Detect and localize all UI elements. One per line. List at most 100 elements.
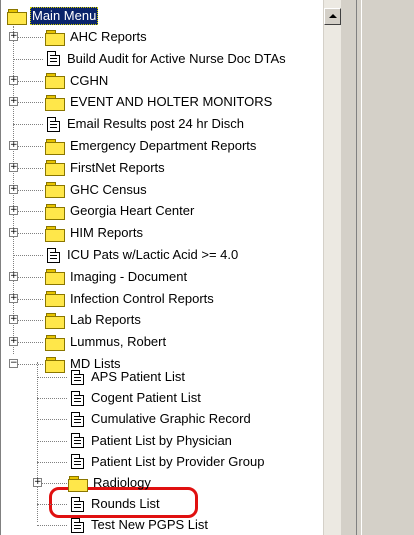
- tree-item-cghn[interactable]: CGHN: [45, 70, 110, 92]
- tree-item-cumulative-graphic-record[interactable]: Cumulative Graphic Record: [71, 408, 253, 430]
- document-icon: [71, 411, 84, 427]
- expand-icon[interactable]: +: [9, 162, 18, 172]
- tree-item-patient-list-by-provider-group[interactable]: Patient List by Provider Group: [71, 451, 266, 473]
- tree-root-label[interactable]: Main Menu: [30, 7, 99, 25]
- tree-item-icu-pats-w-lactic-acid-4-0[interactable]: ICU Pats w/Lactic Acid >= 4.0: [47, 244, 240, 266]
- tree-item-aps-patient-list[interactable]: APS Patient List: [71, 366, 187, 388]
- tree-item-label[interactable]: Patient List by Physician: [89, 433, 234, 449]
- vertical-scrollbar[interactable]: [323, 0, 341, 535]
- tree-item-label[interactable]: Patient List by Provider Group: [89, 454, 266, 470]
- folder-icon: [45, 225, 65, 242]
- tree-item-build-audit-for-active-nurse-doc-dtas[interactable]: Build Audit for Active Nurse Doc DTAs: [47, 48, 288, 70]
- tree-connector: [37, 525, 67, 527]
- tree-item-patient-list-by-physician[interactable]: Patient List by Physician: [71, 430, 234, 452]
- tree-item-label[interactable]: HIM Reports: [68, 225, 145, 241]
- tree-item-label[interactable]: Emergency Department Reports: [68, 138, 258, 154]
- document-icon: [47, 247, 60, 263]
- folder-icon: [7, 8, 27, 25]
- tree-connector: [37, 398, 67, 400]
- tree-item-label[interactable]: GHC Census: [68, 182, 149, 198]
- tree-item-infection-control-reports[interactable]: Infection Control Reports: [45, 288, 216, 310]
- tree-item-label[interactable]: Rounds List: [89, 496, 162, 512]
- expand-icon[interactable]: +: [9, 75, 18, 85]
- folder-icon: [45, 356, 65, 373]
- tree-item-label[interactable]: Lab Reports: [68, 312, 143, 328]
- tree-item-lab-reports[interactable]: Lab Reports: [45, 309, 143, 331]
- tree-item-cogent-patient-list[interactable]: Cogent Patient List: [71, 387, 203, 409]
- tree-item-label[interactable]: Cogent Patient List: [89, 390, 203, 406]
- tree-item-label[interactable]: Cumulative Graphic Record: [89, 411, 253, 427]
- folder-icon: [45, 291, 65, 308]
- expand-icon[interactable]: +: [9, 315, 18, 325]
- tree-connector: [13, 255, 43, 256]
- tree-item-label[interactable]: FirstNet Reports: [68, 160, 167, 176]
- tree-item-event-and-holter-monitors[interactable]: EVENT AND HOLTER MONITORS: [45, 91, 274, 113]
- document-icon: [71, 517, 84, 533]
- tree-connector: [37, 440, 67, 442]
- tree-item-label[interactable]: APS Patient List: [89, 369, 187, 385]
- tree-connector: [13, 124, 43, 126]
- tree-item-test-new-pgps-list[interactable]: Test New PGPS List: [71, 514, 210, 535]
- folder-icon: [45, 138, 65, 155]
- expand-icon[interactable]: +: [9, 293, 18, 303]
- folder-icon: [45, 182, 65, 199]
- tree-connector: [37, 419, 67, 421]
- folder-icon: [68, 475, 88, 492]
- tree-item-label[interactable]: AHC Reports: [68, 29, 149, 45]
- pane-splitter[interactable]: [341, 0, 356, 535]
- tree-item-label[interactable]: Imaging - Document: [68, 269, 189, 285]
- expand-icon[interactable]: +: [9, 337, 18, 347]
- tree-item-rounds-list[interactable]: Rounds List: [71, 493, 162, 515]
- tree-root[interactable]: Main Menu: [7, 5, 99, 27]
- document-icon: [47, 51, 60, 67]
- tree-connector: [37, 377, 67, 378]
- tree-item-firstnet-reports[interactable]: FirstNet Reports: [45, 157, 167, 179]
- tree-item-him-reports[interactable]: HIM Reports: [45, 222, 145, 244]
- folder-icon: [45, 269, 65, 286]
- tree-item-ahc-reports[interactable]: AHC Reports: [45, 26, 149, 48]
- tree-item-label[interactable]: Email Results post 24 hr Disch: [65, 116, 246, 132]
- tree-connector: [37, 461, 67, 463]
- tree-item-label[interactable]: Lummus, Robert: [68, 334, 168, 350]
- tree-connector: [13, 58, 43, 60]
- document-icon: [71, 496, 84, 512]
- document-icon: [71, 369, 84, 385]
- triangle-up-icon: [329, 14, 337, 18]
- tree-item-label[interactable]: Georgia Heart Center: [68, 203, 196, 219]
- document-icon: [47, 116, 60, 132]
- folder-icon: [45, 94, 65, 111]
- tree-item-georgia-heart-center[interactable]: Georgia Heart Center: [45, 200, 196, 222]
- tree-item-label[interactable]: Build Audit for Active Nurse Doc DTAs: [65, 51, 288, 67]
- tree-item-label[interactable]: ICU Pats w/Lactic Acid >= 4.0: [65, 247, 240, 263]
- expand-icon[interactable]: +: [9, 271, 18, 281]
- folder-icon: [45, 160, 65, 177]
- report-tree-panel[interactable]: Main Menu + AHC Reports Build Audit for Ac…: [0, 0, 341, 535]
- expand-icon[interactable]: +: [9, 97, 18, 107]
- expand-icon[interactable]: +: [9, 228, 18, 238]
- tree-item-email-results-post-24-hr-disch[interactable]: Email Results post 24 hr Disch: [47, 113, 246, 135]
- document-icon: [71, 390, 84, 406]
- folder-icon: [45, 334, 65, 351]
- folder-icon: [45, 312, 65, 329]
- expand-icon[interactable]: +: [9, 184, 18, 194]
- expand-icon[interactable]: +: [9, 141, 18, 150]
- folder-icon: [45, 73, 65, 90]
- tree-item-label[interactable]: EVENT AND HOLTER MONITORS: [68, 94, 274, 110]
- collapse-icon[interactable]: −: [9, 359, 18, 368]
- expand-icon[interactable]: +: [9, 206, 18, 216]
- tree-item-label[interactable]: Radiology: [91, 475, 153, 491]
- tree-item-label[interactable]: CGHN: [68, 73, 110, 89]
- tree-item-ghc-census[interactable]: GHC Census: [45, 179, 149, 201]
- right-pane: [356, 0, 414, 535]
- tree-item-imaging-document[interactable]: Imaging - Document: [45, 266, 189, 288]
- scroll-up-button[interactable]: [324, 8, 341, 25]
- expand-icon[interactable]: +: [33, 478, 42, 487]
- tree-item-lummus-robert[interactable]: Lummus, Robert: [45, 331, 168, 353]
- tree-connector: [37, 504, 67, 506]
- folder-icon: [45, 29, 65, 46]
- tree-item-radiology[interactable]: Radiology: [68, 472, 153, 494]
- tree-item-emergency-department-reports[interactable]: Emergency Department Reports: [45, 135, 258, 157]
- expand-icon[interactable]: +: [9, 32, 18, 41]
- tree-item-label[interactable]: Infection Control Reports: [68, 291, 216, 307]
- tree-item-label[interactable]: Test New PGPS List: [89, 517, 210, 533]
